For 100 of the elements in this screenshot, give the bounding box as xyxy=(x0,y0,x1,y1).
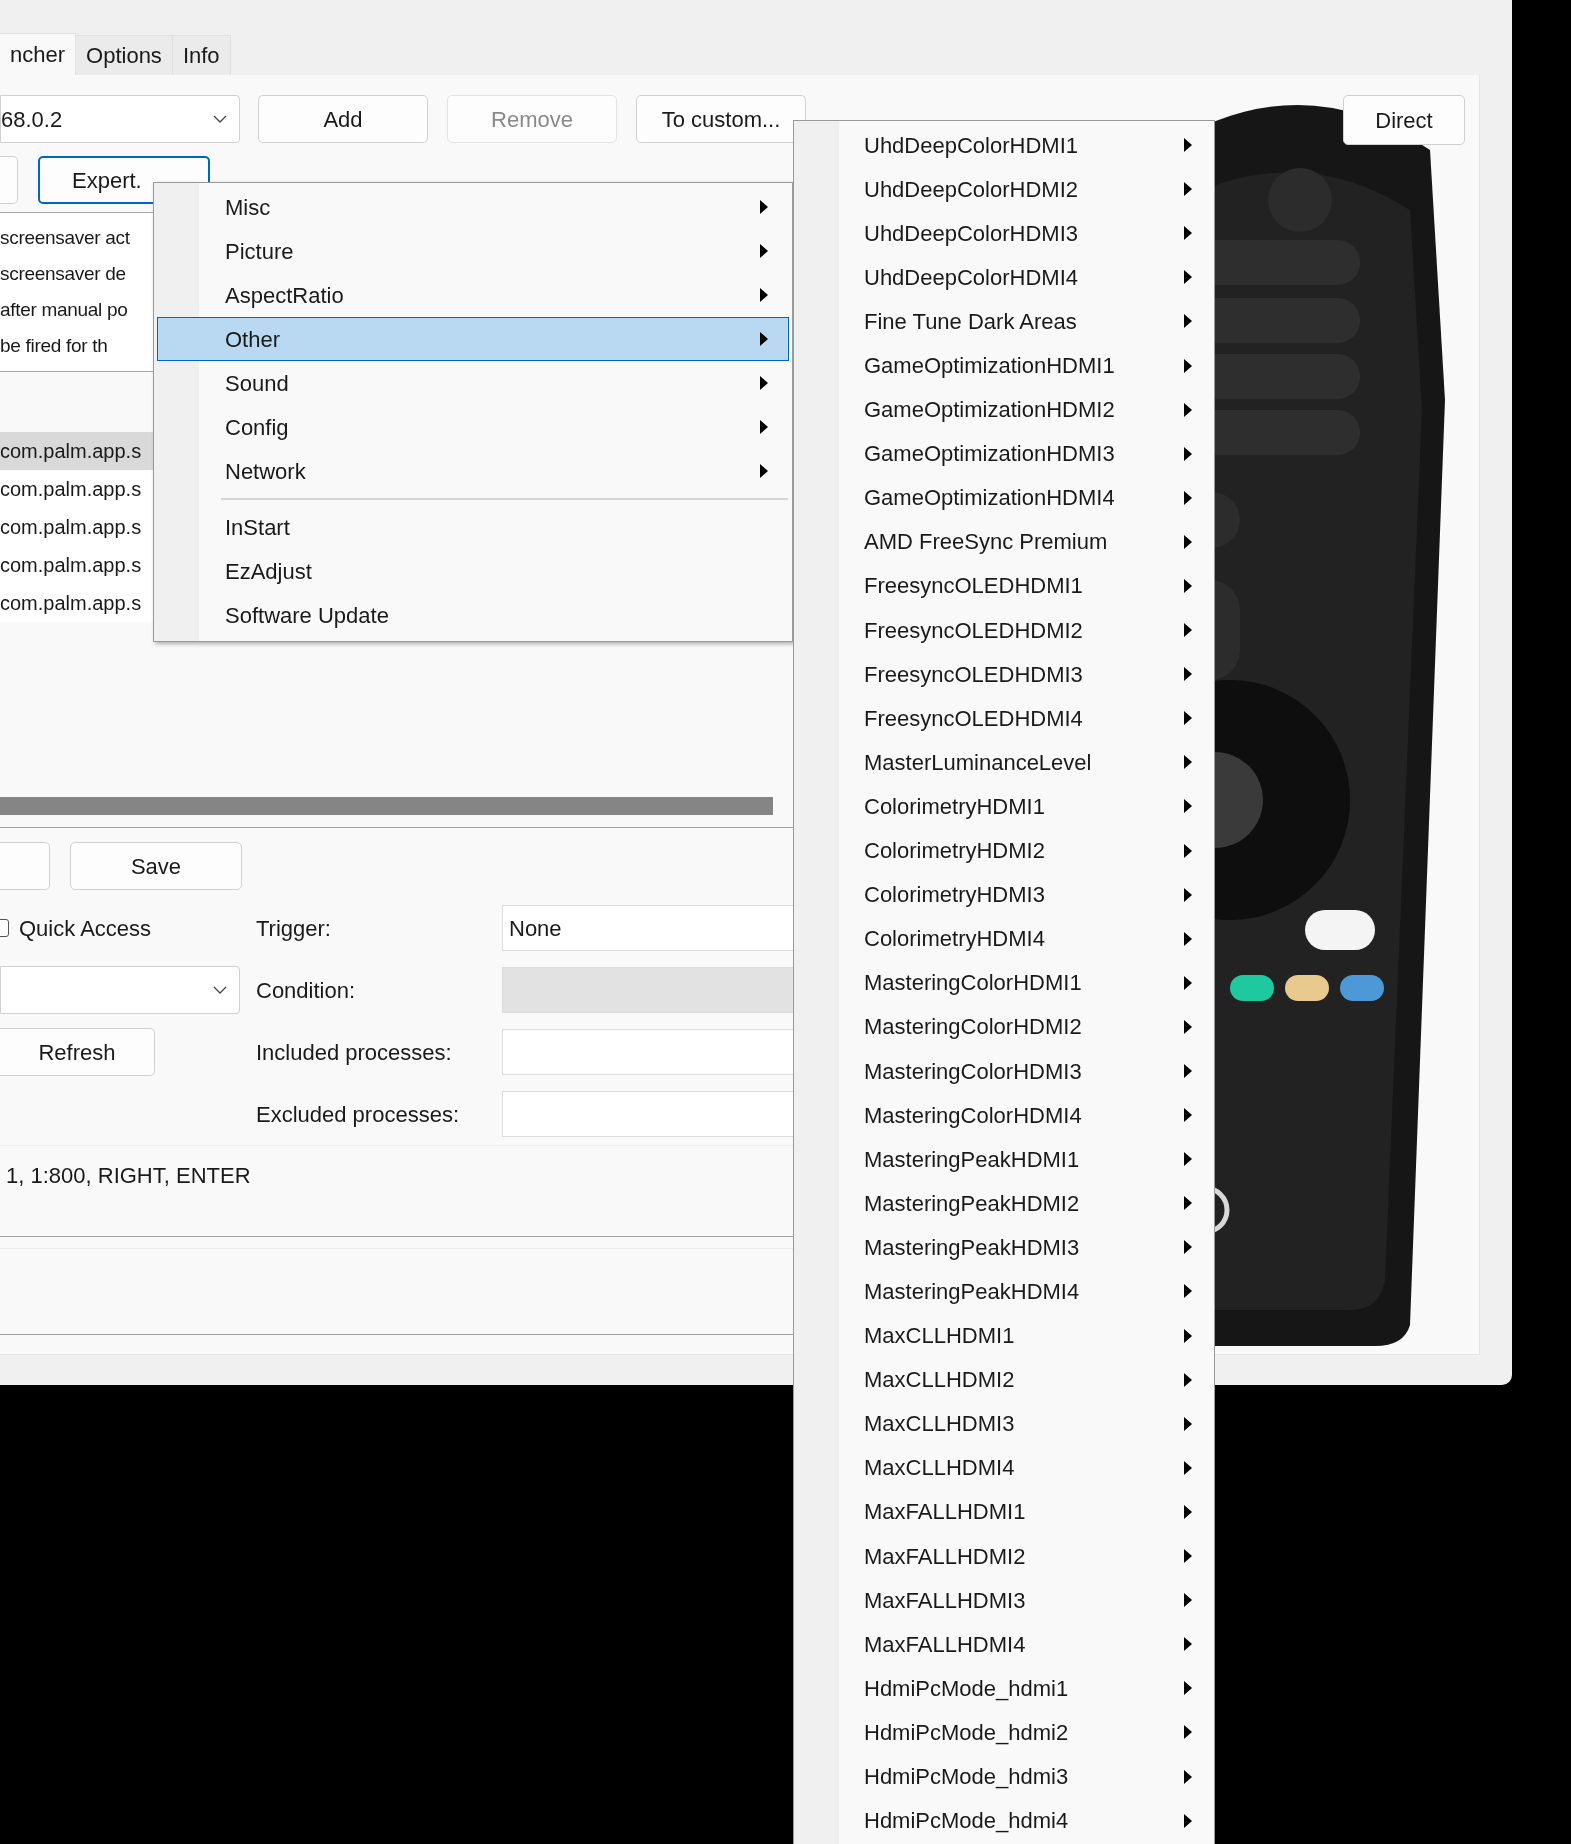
menu-item[interactable]: MaxFALLHDMI4 xyxy=(794,1622,1214,1667)
menu-item[interactable]: Network xyxy=(157,449,789,493)
submenu-arrow-icon xyxy=(1184,975,1192,990)
menu-item[interactable]: AspectRatio xyxy=(157,273,789,317)
submenu-arrow-icon xyxy=(1184,1064,1192,1078)
menu-item[interactable]: MaxCLLHDMI3 xyxy=(794,1401,1214,1446)
menu-item[interactable]: Config xyxy=(157,405,789,449)
menu-item[interactable]: ColorimetryHDMI3 xyxy=(794,872,1214,917)
save-button[interactable]: Save xyxy=(70,842,242,890)
menu-item[interactable]: MasteringPeakHDMI2 xyxy=(794,1181,1214,1226)
submenu-arrow-icon xyxy=(1184,1372,1192,1387)
submenu-arrow-icon xyxy=(1184,1240,1192,1255)
menu-item[interactable]: FreesyncOLEDHDMI2 xyxy=(794,608,1214,653)
menu-item[interactable]: FreesyncOLEDHDMI1 xyxy=(794,563,1214,609)
list-item[interactable]: screensaver de xyxy=(0,256,126,292)
checkbox-label[interactable]: Quick Access xyxy=(19,911,152,945)
menu-item[interactable]: UhdDeepColorHDMI3 xyxy=(794,211,1214,256)
menu-item[interactable]: Other xyxy=(157,317,789,361)
submenu-arrow-icon xyxy=(1184,755,1192,770)
submenu-arrow-icon xyxy=(1184,1725,1192,1740)
menu-item[interactable]: ColorimetryHDMI1 xyxy=(794,784,1214,829)
submenu-arrow-icon xyxy=(760,200,768,214)
menu-item[interactable]: ColorimetryHDMI4 xyxy=(794,916,1214,961)
menu-item[interactable]: GameOptimizationHDMI3 xyxy=(794,431,1214,476)
menu-item[interactable]: FreesyncOLEDHDMI4 xyxy=(794,696,1214,741)
menu-item[interactable]: MasteringColorHDMI2 xyxy=(794,1004,1214,1049)
field-label: Condition: xyxy=(256,976,357,1005)
submenu-arrow-icon xyxy=(1184,1681,1192,1696)
menu-item[interactable]: UhdDeepColorHDMI2 xyxy=(794,167,1214,212)
menu-item[interactable]: GameOptimizationHDMI1 xyxy=(794,343,1214,388)
menu-item[interactable]: EzAdjust xyxy=(157,549,789,593)
submenu-arrow-icon xyxy=(1184,1637,1192,1652)
submenu-arrow-icon xyxy=(1184,579,1192,593)
list-item[interactable]: after manual po xyxy=(0,292,128,328)
input-field[interactable] xyxy=(502,1091,793,1137)
menu-item[interactable]: FreesyncOLEDHDMI3 xyxy=(794,652,1214,697)
command-text: 1, 1:800, RIGHT, ENTER xyxy=(5,1161,251,1190)
submenu-arrow-icon xyxy=(1184,1416,1192,1431)
menu-item[interactable]: MasterLuminanceLevel xyxy=(794,740,1214,785)
direct-button[interactable]: Direct xyxy=(1343,95,1465,145)
toolbar-button[interactable]: To custom... xyxy=(636,95,806,143)
menu-item[interactable]: Software Update xyxy=(157,593,789,637)
submenu-arrow-icon xyxy=(1184,534,1192,549)
submenu-arrow-icon xyxy=(1184,1504,1192,1519)
list-item[interactable]: com.palm.app.s xyxy=(0,584,153,622)
submenu-arrow-icon xyxy=(1184,711,1192,726)
menu-item[interactable]: UhdDeepColorHDMI4 xyxy=(794,255,1214,300)
menu-item[interactable]: Fine Tune Dark Areas xyxy=(794,299,1214,344)
menu-item[interactable]: Picture xyxy=(157,229,789,273)
menu-item[interactable]: MasteringColorHDMI3 xyxy=(794,1048,1214,1094)
menu-item[interactable]: MasteringColorHDMI1 xyxy=(794,960,1214,1005)
menu-item[interactable]: ColorimetryHDMI2 xyxy=(794,828,1214,873)
toolbar-button[interactable]: Add xyxy=(258,95,428,143)
menu-item[interactable]: MaxCLLHDMI1 xyxy=(794,1313,1214,1358)
menu-item[interactable]: MaxFALLHDMI1 xyxy=(794,1489,1214,1534)
list-item[interactable]: be fired for th xyxy=(0,328,108,364)
list-item[interactable]: com.palm.app.s xyxy=(0,546,153,584)
submenu-arrow-icon xyxy=(1184,490,1192,505)
menu-item[interactable]: InStart xyxy=(157,505,789,549)
submenu-arrow-icon xyxy=(1184,1769,1192,1784)
menu-item[interactable]: MaxFALLHDMI3 xyxy=(794,1578,1214,1623)
tab[interactable]: Info xyxy=(172,35,231,75)
input-field[interactable] xyxy=(502,1029,793,1075)
list-item[interactable]: com.palm.app.s xyxy=(0,432,153,470)
dropdown[interactable] xyxy=(0,966,240,1014)
menu-item[interactable]: MasteringPeakHDMI3 xyxy=(794,1225,1214,1270)
menu-item[interactable]: MasteringPeakHDMI1 xyxy=(794,1137,1214,1182)
list-item[interactable]: screensaver act xyxy=(0,220,130,256)
submenu-arrow-icon xyxy=(1184,667,1192,682)
submenu-arrow-icon xyxy=(1184,358,1192,373)
list-item[interactable]: com.palm.app.s xyxy=(0,470,153,508)
menu-item[interactable]: Sound xyxy=(157,361,789,405)
refresh-button[interactable]: Refresh xyxy=(0,1028,155,1076)
list-item[interactable]: com.palm.app.s xyxy=(0,508,153,546)
scrollbar[interactable] xyxy=(0,797,773,815)
toolbar-button[interactable] xyxy=(0,156,18,204)
menu-item[interactable]: MaxCLLHDMI2 xyxy=(794,1357,1214,1402)
input-field[interactable]: None xyxy=(502,905,793,951)
menu-item[interactable]: MasteringColorHDMI4 xyxy=(794,1093,1214,1138)
menu-item[interactable]: MasteringPeakHDMI4 xyxy=(794,1269,1214,1314)
submenu-arrow-icon xyxy=(1184,402,1192,417)
submenu-arrow-icon xyxy=(1184,931,1192,946)
menu-item[interactable]: HdmiPcMode_hdmi2 xyxy=(794,1710,1214,1755)
menu-item[interactable]: AMD FreeSync Premium xyxy=(794,519,1214,564)
menu-item[interactable]: HdmiPcMode_hdmi1 xyxy=(794,1666,1214,1711)
menu-item[interactable]: MaxFALLHDMI2 xyxy=(794,1534,1214,1579)
submenu-arrow-icon xyxy=(1184,1460,1192,1475)
tab[interactable]: ncher xyxy=(0,33,77,75)
menu-item[interactable]: HdmiPcMode_hdmi3 xyxy=(794,1754,1214,1799)
device-dropdown[interactable]: 68.0.2 xyxy=(0,95,240,143)
menu-item[interactable]: MaxCLLHDMI4 xyxy=(794,1445,1214,1490)
menu-item[interactable]: HdmiPcMode_hdmi4 xyxy=(794,1798,1214,1843)
menu-item[interactable]: GameOptimizationHDMI2 xyxy=(794,387,1214,432)
submenu-arrow-icon xyxy=(1184,314,1192,329)
submenu-arrow-icon xyxy=(1184,138,1192,153)
toolbar-button[interactable] xyxy=(0,842,50,890)
submenu-arrow-icon xyxy=(1184,1152,1192,1167)
submenu-arrow-icon xyxy=(1184,1284,1192,1299)
tab[interactable]: Options xyxy=(76,35,173,75)
menu-item[interactable]: GameOptimizationHDMI4 xyxy=(794,475,1214,520)
